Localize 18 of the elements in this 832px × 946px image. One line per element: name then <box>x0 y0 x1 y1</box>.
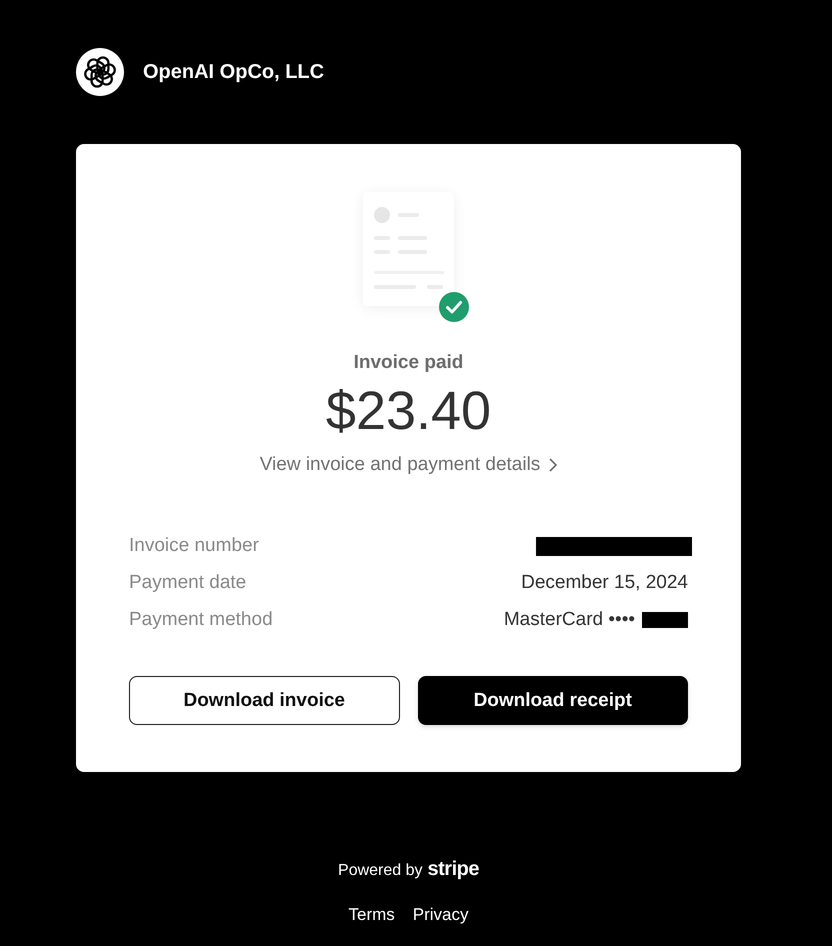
chevron-icon <box>549 458 558 472</box>
detail-label: Payment date <box>129 571 246 595</box>
brand-wordmark: stripe <box>428 858 479 880</box>
company-name: OpenAI OpCo, LLC <box>143 60 324 85</box>
download-button[interactable]: Download receipt <box>418 676 688 725</box>
amount: $23.40 <box>326 381 492 441</box>
download-button[interactable]: Download invoice <box>129 676 400 725</box>
detail-value: December 15, 2024 <box>521 571 688 595</box>
check-circle-icon <box>439 292 469 322</box>
footer-link[interactable]: Terms <box>348 904 395 926</box>
powered-by-text: Powered by <box>338 861 423 881</box>
footer-link[interactable]: Privacy <box>412 904 468 926</box>
logo-icon <box>76 48 124 96</box>
details-link[interactable]: View invoice and payment details <box>260 453 558 477</box>
detail-value: MasterCard •••• <box>504 608 635 632</box>
detail-label: Invoice number <box>129 534 259 558</box>
detail-label: Payment method <box>129 608 273 632</box>
invoice-status: Invoice paid <box>354 351 464 375</box>
